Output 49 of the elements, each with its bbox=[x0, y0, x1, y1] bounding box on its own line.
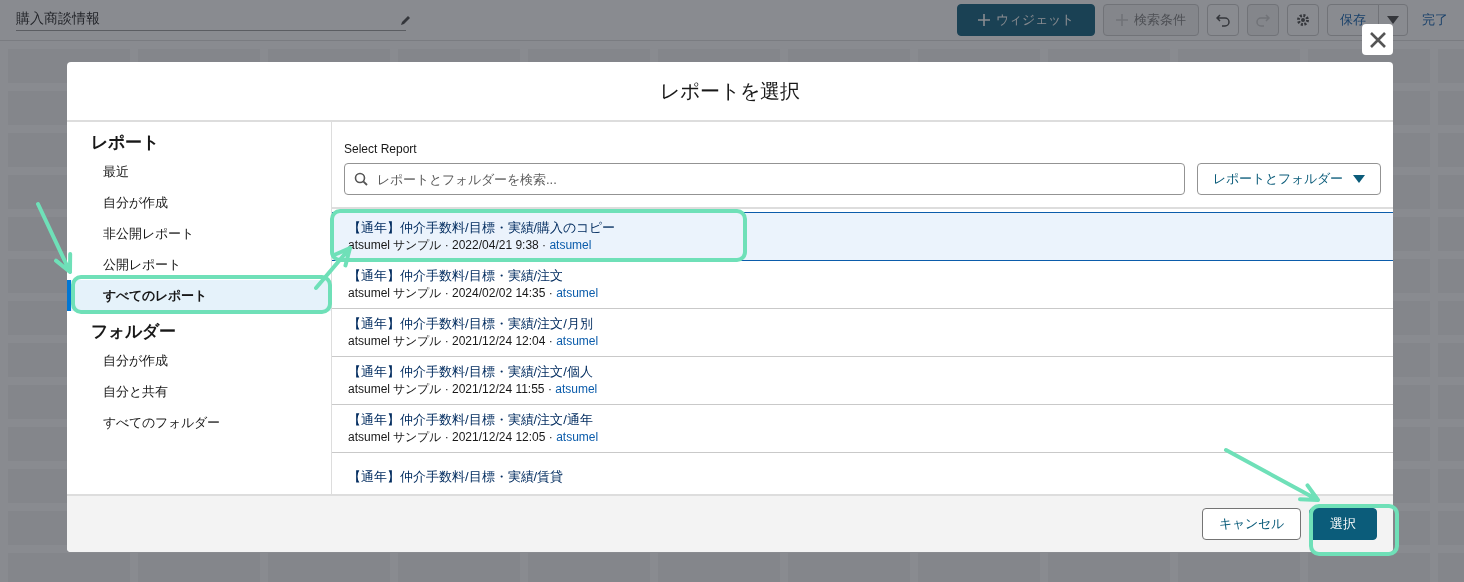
pencil-icon[interactable] bbox=[400, 14, 412, 26]
report-row[interactable]: 【通年】仲介手数料/目標・実績/注文/通年 atsumel サンプル · 2021/12/24 12:05 · atsumel bbox=[332, 404, 1393, 453]
undo-icon bbox=[1216, 13, 1230, 27]
report-title: 【通年】仲介手数料/目標・実績/注文/通年 bbox=[348, 411, 593, 429]
report-title: 【通年】仲介手数料/目標・実績/注文 bbox=[348, 267, 564, 285]
owner-link[interactable]: atsumel bbox=[556, 430, 599, 444]
owner-link[interactable]: atsumel bbox=[555, 382, 598, 396]
report-title: 【通年】仲介手数料/目標・実績/賃貸 bbox=[348, 467, 564, 486]
owner-link[interactable]: atsumel bbox=[556, 286, 599, 300]
search-label: Select Report bbox=[344, 142, 417, 156]
cancel-button[interactable]: キャンセル bbox=[1202, 508, 1301, 540]
dialog-title: レポートを選択 bbox=[660, 78, 800, 104]
sidebar-item[interactable]: 自分が作成 bbox=[67, 187, 331, 218]
sidebar-item[interactable]: 自分が作成 bbox=[67, 345, 331, 376]
report-meta: atsumel サンプル · 2021/12/24 12:05 · atsumel bbox=[348, 429, 599, 446]
report-title: 【通年】仲介手数料/目標・実績/注文/個人 bbox=[348, 363, 593, 381]
sidebar-heading: レポート bbox=[90, 131, 160, 154]
undo-button[interactable] bbox=[1207, 4, 1239, 36]
close-icon bbox=[1368, 30, 1387, 49]
report-title: 【通年】仲介手数料/目標・実績/注文/月別 bbox=[348, 315, 593, 333]
owner-link[interactable]: atsumel bbox=[556, 334, 599, 348]
sidebar-item[interactable]: 自分と共有 bbox=[67, 376, 331, 407]
caret-icon bbox=[1387, 16, 1399, 24]
report-meta: atsumel サンプル · 2021/12/24 11:55 · atsumel bbox=[348, 381, 598, 398]
search-field[interactable]: レポートとフォルダーを検索... bbox=[344, 163, 1185, 195]
report-row[interactable]: 【通年】仲介手数料/目標・実績/注文/月別 atsumel サンプル · 2021/12/24 12:04 · atsumel bbox=[332, 308, 1393, 357]
plus-icon bbox=[978, 14, 990, 26]
report-row[interactable]: 【通年】仲介手数料/目標・実績/注文/個人 atsumel サンプル · 2021/12/24 11:55 · atsumel bbox=[332, 356, 1393, 405]
sidebar-item[interactable]: すべてのフォルダー bbox=[67, 407, 331, 438]
page-title[interactable]: 購入商談情報 bbox=[16, 9, 406, 31]
sidebar-heading: フォルダー bbox=[90, 320, 177, 343]
owner-link[interactable]: atsumel bbox=[549, 238, 592, 252]
sidebar-item[interactable]: 非公開レポート bbox=[67, 218, 331, 249]
report-meta: atsumel サンプル · 2022/04/21 9:38 · atsumel bbox=[348, 237, 592, 254]
settings-button[interactable] bbox=[1287, 4, 1319, 36]
report-meta: atsumel サンプル · 2024/02/02 14:35 · atsumel bbox=[348, 285, 599, 302]
report-title: 【通年】仲介手数料/目標・実績/購入のコピー bbox=[348, 219, 616, 237]
sidebar-item[interactable]: すべてのレポート bbox=[67, 280, 331, 311]
settings-icon bbox=[1296, 13, 1310, 27]
report-row[interactable]: 【通年】仲介手数料/目標・実績/購入のコピー atsumel サンプル · 2022/04/21 9:38 · atsumel bbox=[332, 212, 1393, 261]
caret-icon bbox=[1353, 175, 1365, 183]
search-icon bbox=[354, 172, 368, 186]
sidebar-item[interactable]: 公開レポート bbox=[67, 249, 331, 280]
sidebar-item[interactable]: 最近 bbox=[67, 156, 331, 187]
report-meta: atsumel サンプル · 2021/12/24 12:04 · atsumel bbox=[348, 333, 599, 350]
annotation-arrow bbox=[36, 202, 73, 274]
report-row[interactable]: 【通年】仲介手数料/目標・実績/注文 atsumel サンプル · 2024/02/02 14:35 · atsumel bbox=[332, 260, 1393, 309]
close-dialog[interactable] bbox=[1362, 24, 1393, 55]
filter-dropdown[interactable]: レポートとフォルダー bbox=[1197, 163, 1381, 195]
